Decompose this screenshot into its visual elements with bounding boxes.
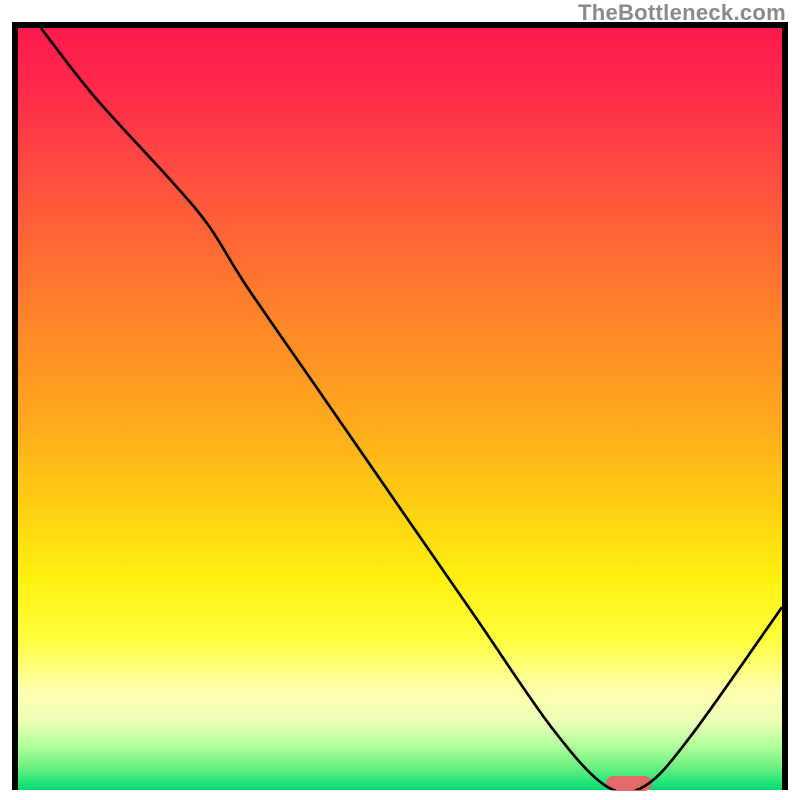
- bottleneck-curve: [18, 28, 782, 790]
- curve-path: [41, 28, 782, 790]
- chart-frame: [12, 22, 788, 790]
